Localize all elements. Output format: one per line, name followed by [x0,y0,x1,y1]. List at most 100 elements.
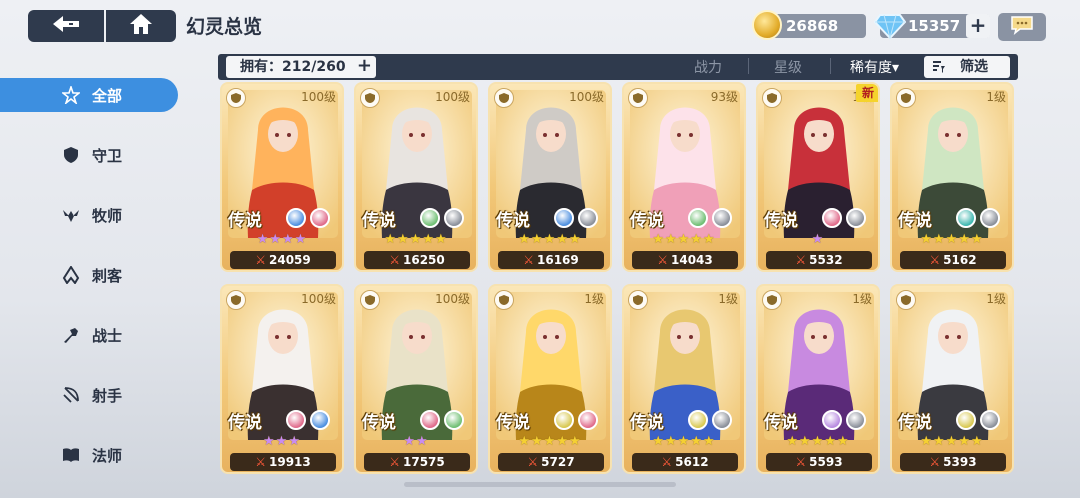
element-icon [420,208,440,228]
spirit-card[interactable]: 1级新传说★⚔5532 [756,82,880,272]
star-rating: ★★★★★ [518,232,582,247]
element-icon [286,410,306,430]
role-badge-icon [762,290,782,310]
element-icon [822,410,842,430]
crossed-swords-icon: ⚔ [389,455,400,469]
sidebar-item-1[interactable]: 守卫 [0,138,178,172]
spirit-card[interactable]: 1级 传说 ★★★★★ ⚔ 5393 [890,284,1014,474]
divider [748,58,749,74]
spirit-card[interactable]: 100级 传说 ★★★ ⚔ 19913 [220,284,344,474]
element-icon [956,410,976,430]
top-bar: 幻灵总览 26868 15357 + [0,0,1080,52]
crossed-swords-icon: ⚔ [929,455,941,469]
star-rating: ★★★★★ [920,434,984,449]
archer-icon [62,386,80,404]
sort-by-power[interactable]: 战力 [694,57,722,77]
rarity-label: 传说 [898,413,932,433]
sidebar-item-label: 法师 [92,446,123,465]
filter-icon [932,59,946,81]
element-icon [286,208,306,228]
role-badge-icon [628,88,648,108]
level-label: 1级 [852,292,872,306]
gem-counter: 15357 + [873,14,990,40]
element-icon [554,208,574,228]
sidebar-item-2[interactable]: 牧师 [0,198,178,232]
sidebar-item-label: 战士 [92,326,123,345]
role-badge-icon [494,290,514,310]
home-icon [129,13,153,39]
level-label: 1级 [718,292,738,306]
chat-button[interactable] [998,13,1046,41]
star-rating: ★★★★★ [786,434,850,449]
sidebar-item-0[interactable]: 全部 [0,78,178,112]
power-value: ⚔ 19913 [230,453,336,471]
element-icon [444,410,464,430]
element-icon [980,208,1000,228]
level-label: 100级 [435,90,470,104]
level-label: 100级 [569,90,604,104]
role-badge-icon [360,290,380,310]
spirit-card[interactable]: 1级 传说 ★★★★★ ⚔ 5727 [488,284,612,474]
home-button[interactable] [106,10,176,42]
star-rating: ★★★ [263,434,301,449]
role-badge-icon [896,88,916,108]
sidebar-item-3[interactable]: 刺客 [0,258,178,292]
sidebar-item-label: 射手 [92,386,123,405]
gem-amount: 15357 [908,17,961,35]
level-label: 100级 [301,90,336,104]
power-number: 5612 [675,455,709,469]
element-icon [688,410,708,430]
chat-bubble-icon [1010,15,1034,39]
spirit-card[interactable]: 1级 传说 ★★★★★ ⚔ 5612 [622,284,746,474]
spirit-card[interactable]: 100级传说 ★★★★ ⚔ 24059 [220,82,344,272]
spirit-card[interactable]: 1级 传说 ★★★★★ ⚔ 5162 [890,82,1014,272]
star-rating: ★★ [403,434,429,449]
level-label: 1级 [986,292,1006,306]
star-rating: ★ [811,232,825,247]
all-icon [62,86,80,104]
role-badge-icon [226,88,246,108]
spirit-card[interactable]: 1级 传说 ★★★★★ ⚔ 5593 [756,284,880,474]
element-icon [822,208,842,228]
role-badge-icon [360,88,380,108]
sidebar-item-label: 牧师 [92,206,123,225]
role-badge-icon [226,290,246,310]
power-number: 5532 [809,253,843,267]
rarity-label: 传说 [898,211,932,231]
expand-capacity-button[interactable]: + [357,57,372,75]
level-label: 100级 [435,292,470,306]
power-value: ⚔ 24059 [230,251,336,269]
sort-by-rarity[interactable]: 稀有度▾ [850,57,899,77]
spirit-card[interactable]: 100级 传说 ★★★★★ ⚔ 16250 [354,82,478,272]
back-arrow-icon [51,15,81,37]
filter-button[interactable]: 筛选 [924,56,1010,78]
star-rating: ★★★★★ [384,232,448,247]
power-value: ⚔ 5593 [766,453,872,471]
back-button[interactable] [28,10,104,42]
power-number: 24059 [269,253,311,267]
element-icon [578,208,598,228]
rarity-label: 传说 [228,211,262,231]
add-gems-button[interactable]: + [966,14,990,38]
crossed-swords-icon: ⚔ [657,253,668,267]
element-icon [712,410,732,430]
power-number: 16169 [537,253,579,267]
sidebar-item-4[interactable]: 战士 [0,318,178,352]
sidebar-item-5[interactable]: 射手 [0,378,178,412]
rarity-label: 传说 [630,211,664,231]
sort-by-star[interactable]: 星级 [774,57,802,77]
power-value: ⚔ 5162 [900,251,1006,269]
divider [830,58,831,74]
spirit-card[interactable]: 100级 传说 ★★★★★ ⚔ 16169 [488,82,612,272]
crossed-swords-icon: ⚔ [929,253,941,267]
star-rating: ★★★★ [256,232,308,247]
spirit-card[interactable]: 100级 传说 ★★ ⚔ 17575 [354,284,478,474]
owned-count[interactable]: 拥有：212/260 + [226,56,376,78]
spirit-card[interactable]: 93级 传说 ★★★★★ ⚔ 14043 [622,82,746,272]
book-icon [62,446,80,464]
rarity-label: 传说 [228,413,262,433]
role-badge-icon [628,290,648,310]
sidebar-item-6[interactable]: 法师 [0,438,178,472]
sidebar-item-label: 守卫 [92,146,123,165]
role-badge-icon [762,88,782,108]
